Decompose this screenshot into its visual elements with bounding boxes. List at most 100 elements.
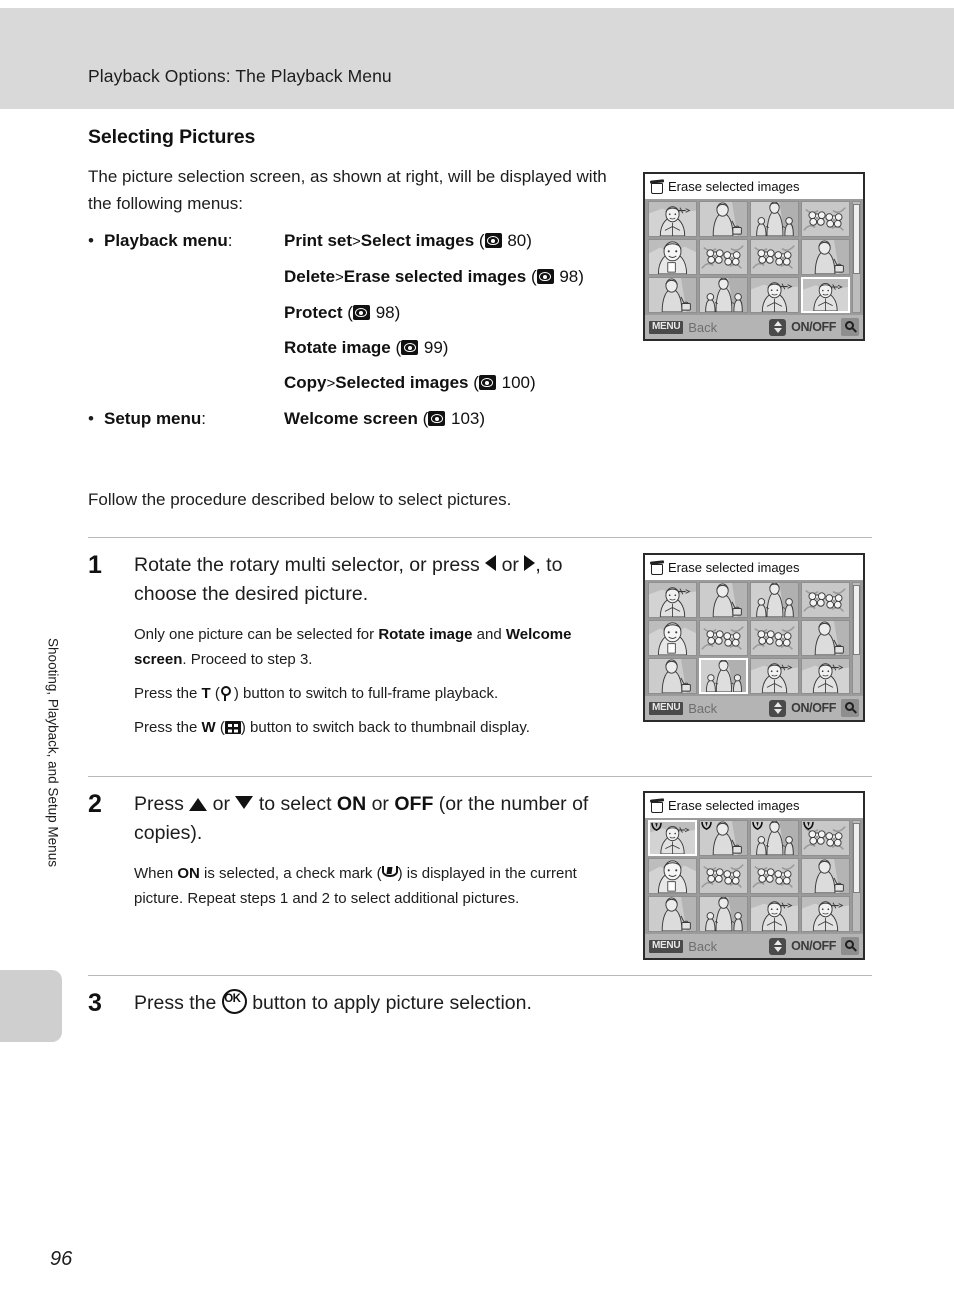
- menu-entry-name: Welcome screen: [284, 409, 418, 428]
- thumbnail-cell[interactable]: [750, 658, 799, 694]
- thumbnail-cell[interactable]: [750, 858, 799, 894]
- step-heading: Press or to select ON or OFF (or the num…: [134, 790, 613, 848]
- list-item: • Playback menu: Print set>Select images…: [88, 224, 633, 258]
- step-heading-part: Press: [134, 793, 190, 815]
- thumbnail-cell[interactable]: [699, 201, 748, 237]
- menu-button-badge[interactable]: MENU: [649, 320, 684, 334]
- thumbnail-cell[interactable]: [750, 201, 799, 237]
- up-arrow-icon: [189, 798, 208, 811]
- thumbnail-cell[interactable]: [648, 277, 697, 313]
- thumbnail-cell[interactable]: [699, 820, 748, 856]
- note-part: (: [210, 685, 220, 702]
- thumbnail-cell[interactable]: [801, 277, 850, 313]
- thumbnail-cell[interactable]: [699, 896, 748, 932]
- step-heading-part: Rotate the rotary multi selector, or pre…: [134, 554, 486, 576]
- option-off: OFF: [394, 793, 434, 815]
- menu-reference-list: • Playback menu: Print set>Select images…: [88, 224, 633, 437]
- menu-label-text: Playback menu: [104, 231, 228, 250]
- scrollbar[interactable]: [852, 820, 861, 932]
- thumbnail-cell[interactable]: [699, 858, 748, 894]
- thumbnail-cell[interactable]: [801, 858, 850, 894]
- scrollbar-thumb[interactable]: [853, 204, 860, 275]
- menu-label: Playback menu:: [104, 224, 284, 257]
- thumbnail-cell[interactable]: [648, 239, 697, 275]
- thumbnail-cell[interactable]: [750, 620, 799, 656]
- step-body: When ON is selected, a check mark () is …: [134, 861, 613, 911]
- thumbnail-cell[interactable]: [648, 201, 697, 237]
- divider: [88, 975, 872, 976]
- page-ref-number: 100: [501, 373, 531, 392]
- trash-icon: [650, 179, 663, 194]
- thumbnail-cell[interactable]: [699, 620, 748, 656]
- magnifier-icon[interactable]: [841, 318, 859, 336]
- page-ref-icon: [536, 269, 554, 284]
- thumbnail-grid-area: [645, 818, 863, 934]
- step-body: Only one picture can be selected for Rot…: [134, 622, 613, 740]
- thumbnail-cell[interactable]: [648, 582, 697, 618]
- up-down-arrow-icon: [769, 937, 787, 955]
- scrollbar-thumb[interactable]: [853, 823, 860, 894]
- thumbnail-cell[interactable]: [801, 820, 850, 856]
- camera-screen-step2: Erase selected images MENU Back ON/OFF: [643, 791, 865, 960]
- side-tab-marker: [0, 970, 62, 1042]
- thumbnail-cell[interactable]: [699, 239, 748, 275]
- step-note: Press the T () button to switch to full-…: [134, 681, 613, 706]
- note-part: When: [134, 865, 178, 882]
- check-mark-icon: [381, 866, 398, 880]
- thumbnail-cell[interactable]: [801, 239, 850, 275]
- scrollbar-thumb[interactable]: [853, 585, 860, 656]
- divider: [88, 537, 872, 538]
- thumbnail-cell[interactable]: [648, 858, 697, 894]
- thumbnail-cell[interactable]: [801, 896, 850, 932]
- note-part: and: [472, 626, 506, 643]
- thumbnail-cell[interactable]: [750, 239, 799, 275]
- screen-title-text: Erase selected images: [668, 179, 800, 194]
- menu-entry: Rotate image ( 99): [284, 338, 449, 357]
- option-on: ON: [336, 793, 367, 815]
- camera-screen-step1: Erase selected images MENU Back ON/OFF: [643, 553, 865, 722]
- menu-entry: Delete>Erase selected images ( 98): [284, 267, 584, 286]
- step-heading-part: to select: [253, 793, 337, 815]
- thumbnail-cell[interactable]: [699, 582, 748, 618]
- thumbnail-cell[interactable]: [699, 277, 748, 313]
- left-arrow-icon: [485, 555, 497, 571]
- magnifier-icon: [220, 686, 234, 701]
- document-page: Playback Options: The Playback Menu Shoo…: [0, 0, 954, 1314]
- magnifier-icon[interactable]: [841, 699, 859, 717]
- menu-entry-target: Erase selected images: [343, 267, 527, 286]
- thumbnail-cell[interactable]: [648, 820, 697, 856]
- page-ref-icon: [401, 340, 419, 355]
- screen-bottom-bar: MENU Back ON/OFF: [645, 315, 863, 339]
- up-down-arrow-icon: [769, 318, 787, 336]
- menu-button-badge[interactable]: MENU: [649, 701, 684, 715]
- thumbnail-grid-area: [645, 580, 863, 696]
- thumbnail-cell[interactable]: [648, 620, 697, 656]
- thumbnail-cell[interactable]: [750, 896, 799, 932]
- scrollbar[interactable]: [852, 582, 861, 694]
- step-heading-part: or: [366, 793, 395, 815]
- thumbnail-cell[interactable]: [801, 620, 850, 656]
- step-3: 3 Press the OK button to apply picture s…: [88, 989, 708, 1018]
- scrollbar[interactable]: [852, 201, 861, 313]
- thumbnail-cell[interactable]: [801, 658, 850, 694]
- step-2: 2 Press or to select ON or OFF (or the n…: [88, 790, 613, 920]
- note-part: Press the: [134, 685, 202, 702]
- magnifier-icon[interactable]: [841, 937, 859, 955]
- thumbnail-cell[interactable]: [750, 582, 799, 618]
- step-number: 2: [88, 790, 102, 818]
- menu-button-badge[interactable]: MENU: [649, 939, 684, 953]
- bullet-glyph: •: [88, 409, 94, 428]
- list-item: Rotate image ( 99): [88, 331, 633, 364]
- thumbnail-cell[interactable]: [750, 277, 799, 313]
- thumbnail-cell[interactable]: [648, 896, 697, 932]
- step-heading: Rotate the rotary multi selector, or pre…: [134, 551, 613, 609]
- thumbnail-cell[interactable]: [801, 582, 850, 618]
- thumbnail-cell[interactable]: [801, 201, 850, 237]
- thumbnail-cell[interactable]: [699, 658, 748, 694]
- menu-entry: Protect ( 98): [284, 303, 401, 322]
- thumbnail-cell[interactable]: [648, 658, 697, 694]
- menu-entry-target: Select images: [360, 231, 475, 250]
- list-item: Protect ( 98): [88, 296, 633, 329]
- thumbnail-cell[interactable]: [750, 820, 799, 856]
- step-note: Only one picture can be selected for Rot…: [134, 622, 613, 672]
